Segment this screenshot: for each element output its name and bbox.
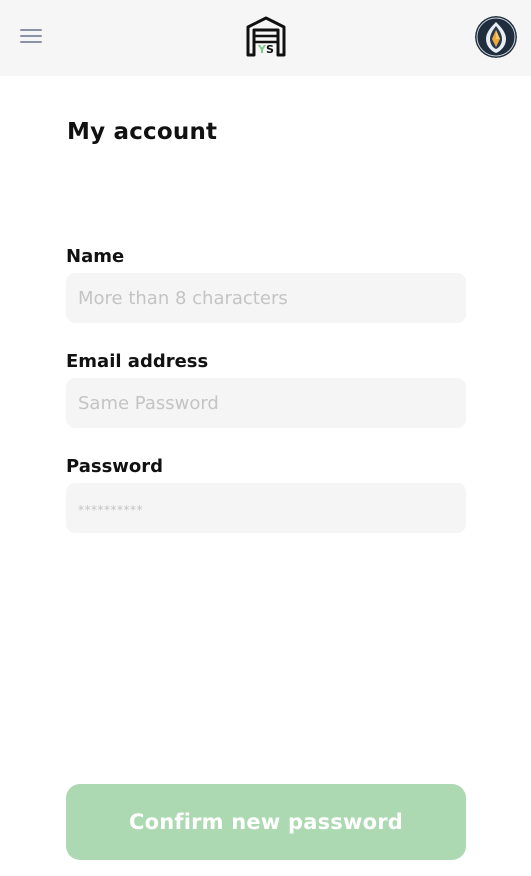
name-input[interactable] [66, 273, 466, 323]
menu-line [20, 29, 42, 31]
garage-logo-icon[interactable]: YS [245, 15, 287, 57]
menu-line [20, 41, 42, 43]
top-bar: YS [0, 0, 531, 76]
name-label: Name [66, 246, 125, 267]
garage-logo-svg: YS [246, 16, 286, 57]
email-label: Email address [66, 351, 209, 372]
password-input[interactable] [66, 483, 466, 533]
avatar[interactable] [475, 16, 517, 58]
menu-line [20, 35, 42, 37]
password-label: Password [66, 456, 164, 477]
email-input[interactable] [66, 378, 466, 428]
hamburger-menu-icon[interactable] [18, 24, 44, 48]
app-root: YS My account Name Email address Passwor… [0, 0, 531, 876]
logo-text: YS [257, 43, 274, 56]
page-title: My account [67, 119, 218, 145]
avatar-svg [475, 16, 517, 58]
confirm-new-password-button[interactable]: Confirm new password [66, 784, 466, 860]
